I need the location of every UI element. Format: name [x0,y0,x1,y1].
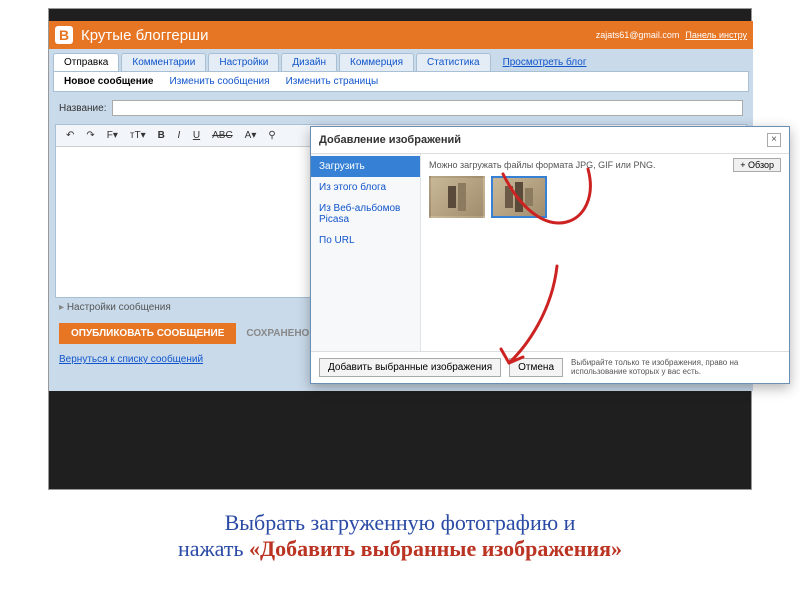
modal-title: Добавление изображений [319,134,461,146]
link-button[interactable]: ⚲ [264,128,279,143]
sidebar-item-this-blog[interactable]: Из этого блога [311,177,420,198]
blogger-logo-icon: B [55,26,73,44]
tab-design[interactable]: Дизайн [281,53,337,71]
subtab-edit-pages[interactable]: Изменить страницы [286,76,379,87]
modal-sidebar: Загрузить Из этого блога Из Веб-альбомов… [311,154,421,351]
redo-button[interactable]: ↷ [82,128,98,143]
saved-label: СОХРАНЕНО [246,328,309,339]
italic-button[interactable]: I [173,128,185,143]
tab-comments[interactable]: Комментарии [121,53,206,71]
tab-stats[interactable]: Статистика [416,53,491,71]
add-images-modal: Добавление изображений × Загрузить Из эт… [310,126,790,384]
underline-button[interactable]: U [189,128,204,143]
tab-settings[interactable]: Настройки [208,53,279,71]
header: B Крутые блоггерши zajats61@gmail.com Па… [49,21,753,49]
title-input[interactable] [112,100,743,116]
user-email: zajats61@gmail.com [596,30,680,40]
tab-commerce[interactable]: Коммерция [339,53,414,71]
publish-button[interactable]: ОПУБЛИКОВАТЬ СООБЩЕНИЕ [59,323,236,344]
subtab-edit-posts[interactable]: Изменить сообщения [170,76,270,87]
sidebar-item-picasa[interactable]: Из Веб-альбомов Picasa [311,198,420,230]
panel-link[interactable]: Панель инстру [685,30,747,40]
site-title: Крутые блоггерши [81,27,208,44]
cancel-button[interactable]: Отмена [509,358,563,377]
back-to-list-link[interactable]: Вернуться к списку сообщений [59,354,203,365]
text-color-button[interactable]: A▾ [241,128,261,143]
add-selected-button[interactable]: Добавить выбранные изображения [319,358,501,377]
title-label: Название: [59,103,106,114]
screenshot-frame: B Крутые блоггерши zajats61@gmail.com Па… [48,8,752,490]
undo-button[interactable]: ↶ [62,128,78,143]
browse-button[interactable]: + Обзор [733,158,781,172]
uploaded-thumb-1[interactable] [429,176,485,218]
font-button[interactable]: F▾ [103,128,122,143]
tab-send[interactable]: Отправка [53,53,119,71]
main-tabs: Отправка Комментарии Настройки Дизайн Ко… [49,49,753,71]
sidebar-item-url[interactable]: По URL [311,230,420,251]
strike-button[interactable]: ABC [208,128,237,143]
bold-button[interactable]: B [154,128,169,143]
upload-hint: Можно загружать файлы формата JPG, GIF и… [429,160,781,170]
preview-blog-link[interactable]: Просмотреть блог [493,54,597,71]
uploaded-thumb-2[interactable] [491,176,547,218]
sidebar-item-upload[interactable]: Загрузить [311,156,420,177]
subtabs: Новое сообщение Изменить сообщения Измен… [53,71,749,92]
subtab-new[interactable]: Новое сообщение [64,76,154,87]
rights-note: Выбирайте только те изображения, право н… [571,358,781,377]
slide-caption: Выбрать загруженную фотографию и нажать … [0,510,800,562]
modal-close-icon[interactable]: × [767,133,781,147]
size-button[interactable]: тТ▾ [126,128,150,143]
